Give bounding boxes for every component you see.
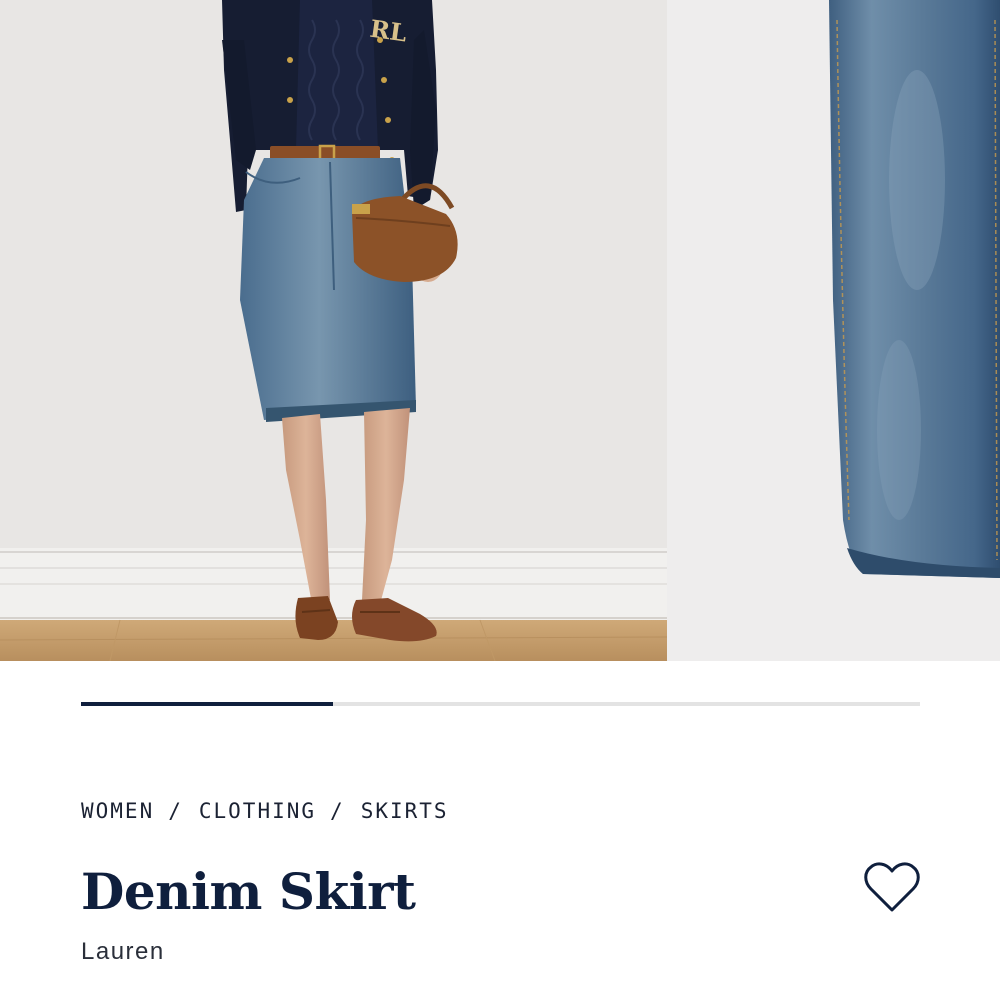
product-image-gallery[interactable]: RL — [0, 0, 1000, 661]
breadcrumb-link-skirts[interactable]: SKIRTS — [361, 799, 449, 823]
breadcrumb-link-clothing[interactable]: CLOTHING — [199, 799, 316, 823]
product-page: RL WOMEN / CLOTHING / SKIRTS Denim Skirt… — [0, 0, 1000, 1000]
model-wearing-denim-skirt-photo: RL — [0, 0, 667, 661]
breadcrumb-separator: / — [168, 799, 183, 823]
add-to-wishlist-button[interactable] — [862, 858, 922, 918]
breadcrumb-separator: / — [330, 799, 345, 823]
gallery-slide-model[interactable]: RL — [0, 0, 667, 661]
heart-icon — [864, 862, 920, 912]
gallery-progress-fill — [81, 702, 333, 706]
breadcrumb-link-women[interactable]: WOMEN — [81, 799, 154, 823]
breadcrumb: WOMEN / CLOTHING / SKIRTS — [81, 797, 449, 825]
gallery-progress-track — [81, 702, 920, 706]
gallery-slide-detail[interactable] — [667, 0, 1000, 661]
product-title: Denim Skirt — [81, 862, 416, 921]
svg-text:RL: RL — [368, 14, 409, 48]
product-brand[interactable]: Lauren — [81, 938, 165, 966]
denim-skirt-closeup-photo — [667, 0, 1000, 661]
